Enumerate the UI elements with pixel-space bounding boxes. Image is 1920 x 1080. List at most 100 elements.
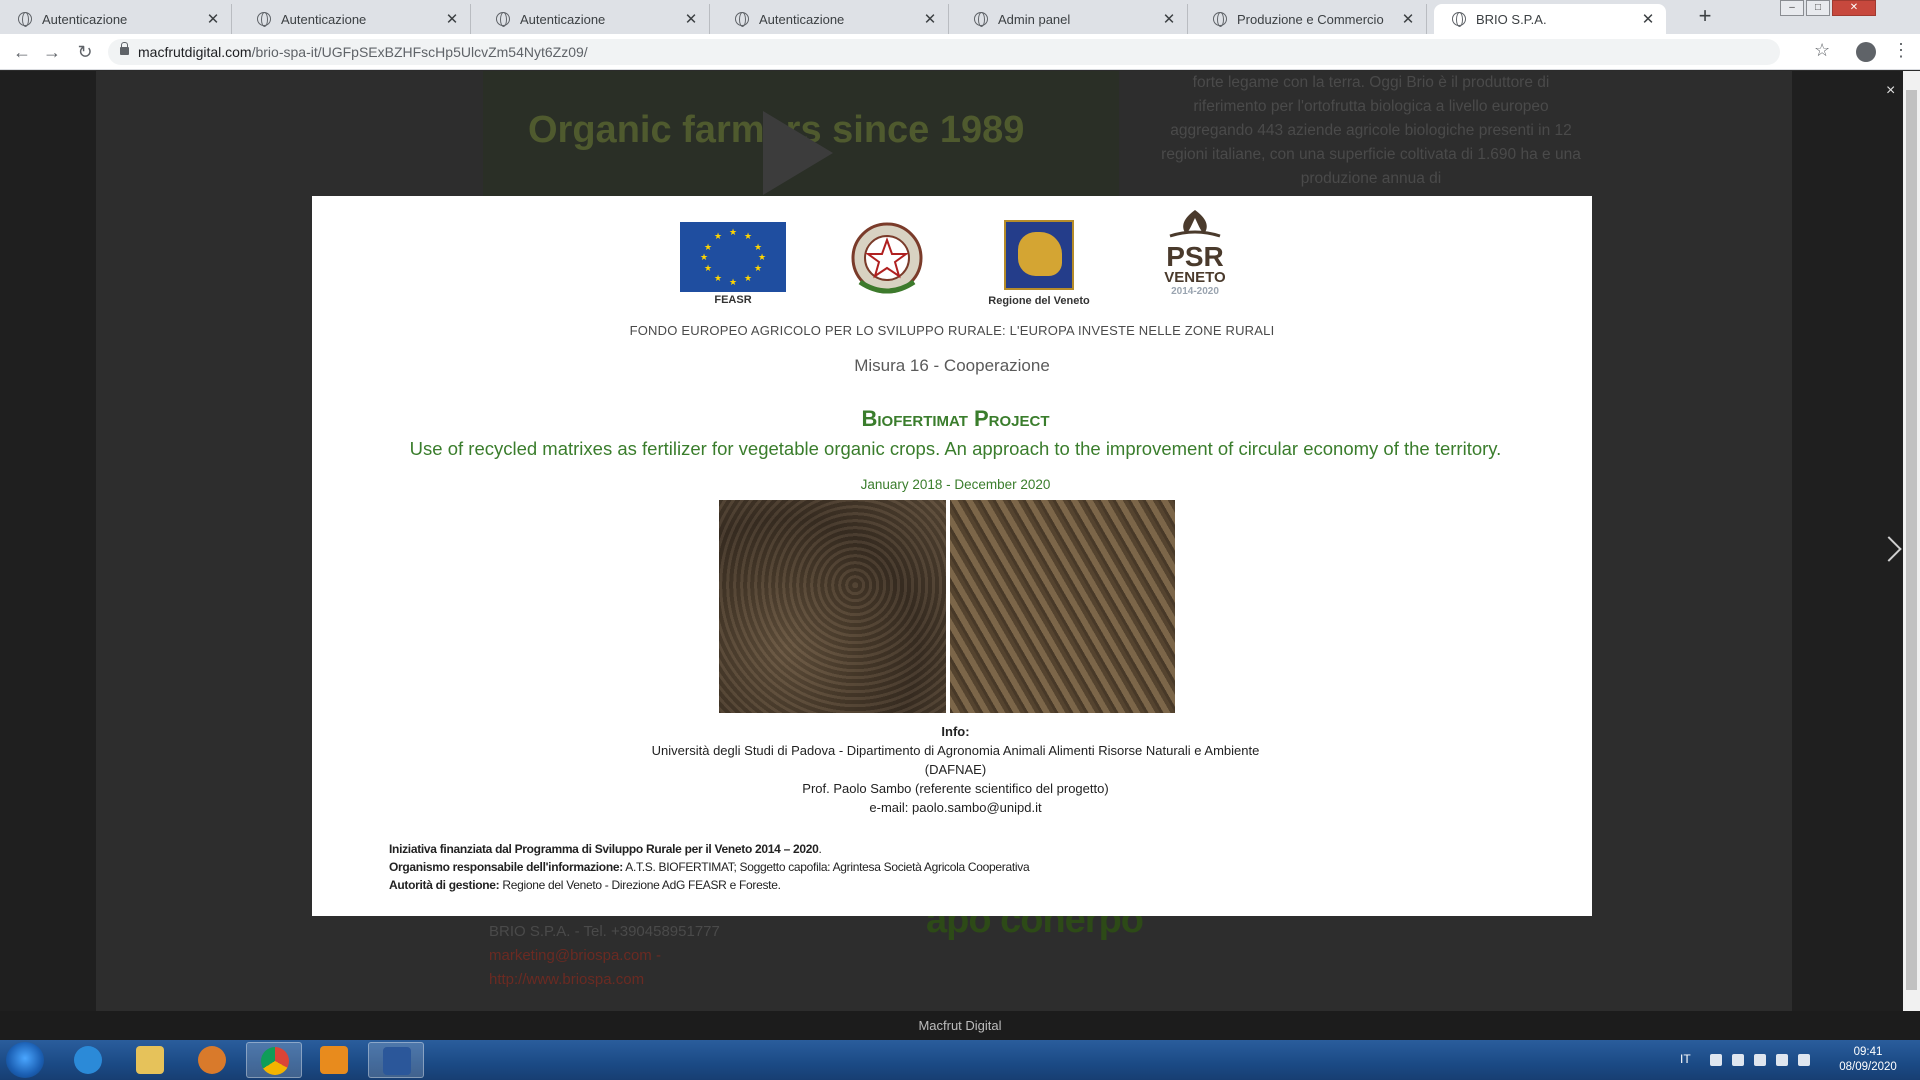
lock-icon [120, 42, 129, 55]
lightbox-image: ★ ★ ★ ★ ★ ★ ★ ★ ★ ★ ★ ★ FEASR Regione de… [312, 196, 1592, 916]
url-domain: macfrutdigital.com [138, 44, 252, 60]
info-line: Università degli Studi di Padova - Dipar… [651, 743, 1260, 758]
project-dates: January 2018 - December 2020 [860, 477, 1051, 492]
close-icon[interactable]: ✕ [683, 10, 699, 28]
project-subtitle: Use of recycled matrixes as fertilizer f… [409, 438, 1502, 459]
info-block: Info: Università degli Studi di Padova -… [312, 722, 1599, 817]
close-icon[interactable]: ✕ [1640, 10, 1656, 28]
lightbox-close-icon[interactable]: × [1886, 82, 1895, 100]
close-icon[interactable]: ✕ [444, 10, 460, 28]
play-icon[interactable] [763, 111, 833, 195]
globe-icon [1452, 12, 1466, 27]
funding-notes: Iniziativa finanziata dal Programma di S… [389, 840, 1030, 894]
action-center-flag-icon[interactable] [1732, 1054, 1744, 1066]
funding-line-1: Iniziativa finanziata dal Programma di S… [389, 842, 822, 856]
url-path: /brio-spa-it/UGFpSExBZHFscHp5UlcvZm54Nyt… [251, 44, 588, 60]
info-label: Info: [941, 724, 970, 739]
tab-strip: Autenticazione ✕ Autenticazione ✕ Autent… [0, 0, 1920, 34]
tab-autenticazione-4[interactable]: Autenticazione ✕ [717, 4, 949, 34]
word-taskbar-button[interactable] [368, 1042, 424, 1078]
clock-date: 08/09/2020 [1839, 1061, 1897, 1073]
psr-line1: PSR [1166, 241, 1224, 272]
contact-email-link[interactable]: marketing@briospa.com - [489, 944, 720, 968]
tab-admin-panel[interactable]: Admin panel ✕ [956, 4, 1188, 34]
close-icon[interactable]: ✕ [1400, 10, 1416, 28]
browser-toolbar: ← → ↻ macfrutdigital.com/brio-spa-it/UGF… [0, 34, 1920, 70]
tab-produzione-commercio[interactable]: Produzione e Commercio ✕ [1195, 4, 1427, 34]
account-icon[interactable] [1856, 42, 1876, 62]
scrollbar-thumb[interactable] [1906, 90, 1917, 990]
outlook-taskbar-button[interactable] [306, 1042, 362, 1078]
globe-icon [1213, 12, 1227, 27]
eu-flag-logo: ★ ★ ★ ★ ★ ★ ★ ★ ★ ★ ★ ★ [680, 222, 786, 292]
reload-icon[interactable]: ↻ [73, 40, 97, 64]
tab-brio-spa[interactable]: BRIO S.P.A. ✕ [1434, 4, 1666, 34]
volume-icon[interactable] [1798, 1054, 1810, 1066]
funding-line-2: Organismo responsabile dell'informazione… [389, 860, 1030, 874]
close-icon[interactable]: ✕ [205, 10, 221, 28]
globe-icon [18, 12, 32, 27]
start-button[interactable] [6, 1042, 44, 1078]
close-icon[interactable]: ✕ [922, 10, 938, 28]
fondo-heading: FONDO EUROPEO AGRICOLO PER LO SVILUPPO R… [629, 323, 1275, 338]
chrome-taskbar-button[interactable] [246, 1042, 302, 1078]
project-title: Biofertimat Project [861, 406, 1050, 431]
tab-label: Produzione e Commercio [1237, 11, 1384, 27]
taskbar-clock[interactable]: 09:41 08/09/2020 [1820, 1045, 1916, 1075]
new-tab-button[interactable]: + [1691, 4, 1719, 30]
close-icon[interactable]: ✕ [1161, 10, 1177, 28]
site-footer: Macfrut Digital [0, 1011, 1920, 1040]
forward-arrow-icon[interactable]: → [40, 40, 64, 64]
windows-taskbar: IT 09:41 08/09/2020 [0, 1040, 1920, 1080]
tab-label: Autenticazione [759, 11, 845, 27]
language-indicator[interactable]: IT [1680, 1052, 1691, 1066]
address-bar[interactable]: macfrutdigital.com/brio-spa-it/UGFpSExBZ… [108, 39, 1780, 65]
media-player-taskbar-button[interactable] [184, 1042, 240, 1078]
pellets-photo [950, 500, 1175, 713]
globe-icon [735, 12, 749, 27]
folder-icon [136, 1046, 164, 1074]
menu-dots-icon[interactable]: ⋮ [1892, 40, 1910, 61]
veneto-caption: Regione del Veneto [988, 295, 1090, 307]
psr-veneto-logo: PSR VENETO 2014-2020 [1162, 208, 1228, 304]
globe-icon [496, 12, 510, 27]
video-thumbnail[interactable]: Organic farmers since 1989 [483, 71, 1119, 196]
info-line: e-mail: paolo.sambo@unipd.it [869, 800, 1042, 815]
window-controls: – □ ✕ [1778, 0, 1876, 16]
regione-veneto-lion-logo [1004, 220, 1074, 290]
back-arrow-icon[interactable]: ← [10, 40, 34, 64]
internet-explorer-taskbar-button[interactable] [60, 1042, 116, 1078]
word-icon [383, 1047, 411, 1075]
contact-block: BRIO S.P.A. - Tel. +390458951777 marketi… [489, 920, 720, 992]
dropbox-icon[interactable] [1754, 1054, 1766, 1066]
info-line: (DAFNAE) [924, 762, 987, 777]
psr-line2: VENETO [1164, 269, 1226, 286]
info-line: Prof. Paolo Sambo (referente scientifico… [802, 781, 1109, 796]
chrome-icon [261, 1047, 289, 1075]
outlook-icon [320, 1046, 348, 1074]
file-explorer-taskbar-button[interactable] [122, 1042, 178, 1078]
contact-phone: BRIO S.P.A. - Tel. +390458951777 [489, 923, 720, 940]
logo-row: ★ ★ ★ ★ ★ ★ ★ ★ ★ ★ ★ ★ FEASR Regione de… [312, 196, 1592, 307]
tab-label: Admin panel [998, 11, 1071, 27]
tab-autenticazione-1[interactable]: Autenticazione ✕ [0, 4, 232, 34]
funding-line-3: Autorità di gestione: Regione del Veneto… [389, 878, 781, 892]
company-description: forte legame con la terra. Oggi Brio è i… [1161, 74, 1581, 187]
misura-label: Misura 16 - Cooperazione [854, 356, 1050, 375]
show-hidden-icons-icon[interactable] [1710, 1054, 1722, 1066]
network-icon[interactable] [1776, 1054, 1788, 1066]
minimize-button[interactable]: – [1780, 0, 1804, 16]
italian-republic-emblem [850, 220, 924, 300]
bookmark-star-icon[interactable]: ☆ [1814, 40, 1830, 61]
globe-icon [974, 12, 988, 27]
ie-icon [74, 1046, 102, 1074]
maximize-button[interactable]: □ [1806, 0, 1830, 16]
tab-label: Autenticazione [281, 11, 367, 27]
tab-autenticazione-3[interactable]: Autenticazione ✕ [478, 4, 710, 34]
tab-label: Autenticazione [520, 11, 606, 27]
globe-icon [257, 12, 271, 27]
website-link[interactable]: http://www.briospa.com [489, 968, 720, 992]
clock-time: 09:41 [1853, 1046, 1883, 1058]
window-close-button[interactable]: ✕ [1832, 0, 1876, 16]
tab-autenticazione-2[interactable]: Autenticazione ✕ [239, 4, 471, 34]
